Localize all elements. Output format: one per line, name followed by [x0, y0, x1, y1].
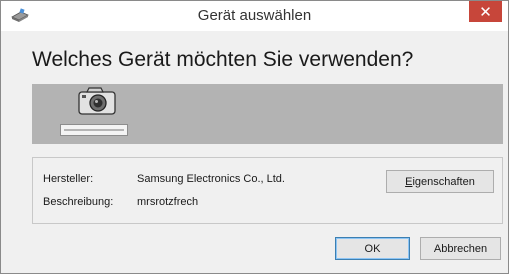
device-details-group: Hersteller: Samsung Electronics Co., Ltd… — [32, 157, 503, 224]
description-label: Beschreibung: — [43, 196, 114, 208]
device-list[interactable] — [32, 84, 503, 144]
select-device-dialog: Gerät auswählen ✕ Welches Gerät möchten … — [0, 0, 509, 274]
page-heading: Welches Gerät möchten Sie verwenden? — [32, 48, 414, 71]
manufacturer-label: Hersteller: — [43, 173, 94, 185]
device-selection-highlight — [60, 124, 128, 136]
title-bar: Gerät auswählen ✕ — [1, 1, 508, 31]
manufacturer-value: Samsung Electronics Co., Ltd. — [137, 173, 285, 185]
camera-icon — [78, 87, 116, 115]
window-title: Gerät auswählen — [197, 7, 312, 24]
close-icon: ✕ — [479, 3, 492, 21]
cancel-button[interactable]: Abbrechen — [420, 237, 501, 260]
ok-button[interactable]: OK — [335, 237, 410, 260]
description-value: mrsrotzfrech — [137, 196, 199, 208]
properties-button[interactable]: Eigenschaften — [386, 170, 494, 193]
close-button[interactable]: ✕ — [469, 1, 502, 22]
